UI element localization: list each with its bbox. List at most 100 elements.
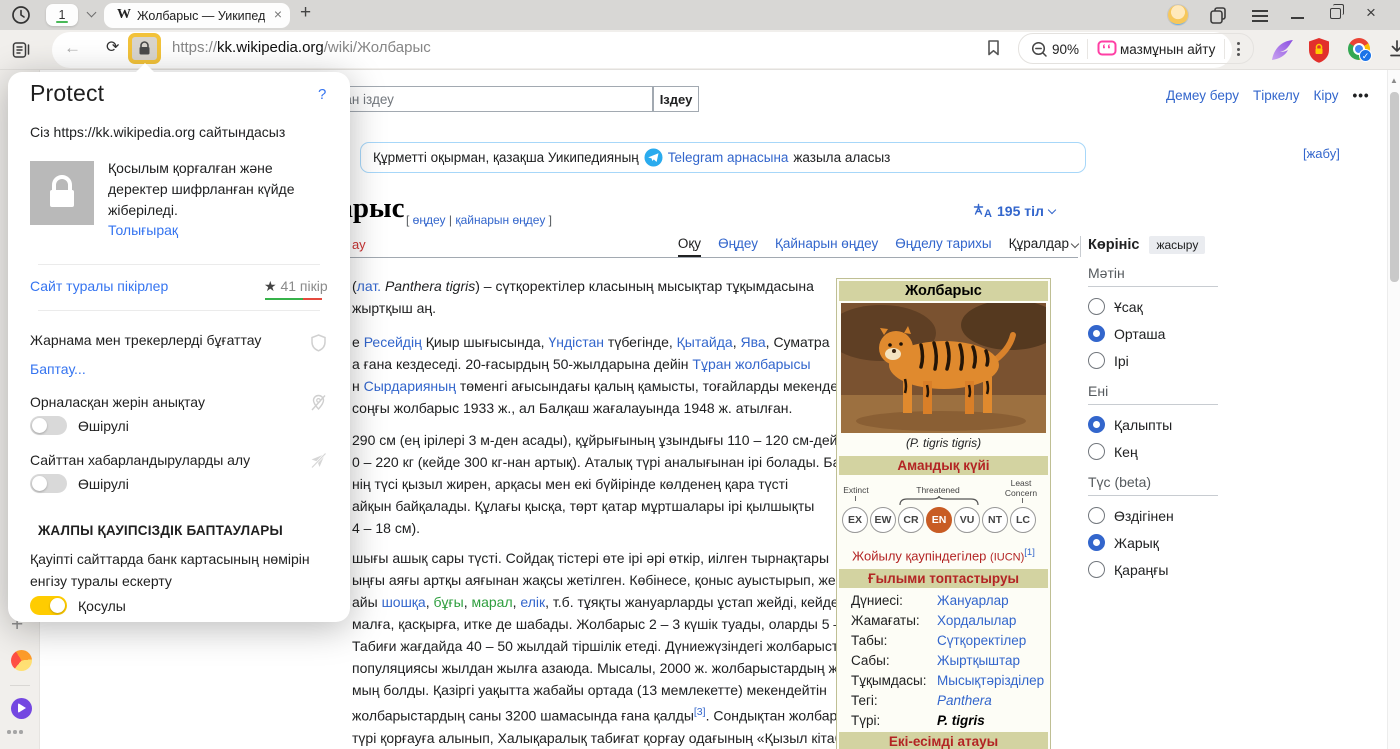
radio[interactable] (1088, 507, 1105, 524)
radio[interactable] (1088, 352, 1105, 369)
taxon-link[interactable]: Хордалылар (937, 613, 1016, 628)
wiki-link[interactable]: Ресейдің (364, 334, 422, 350)
wiki-link[interactable]: елік (520, 594, 545, 610)
protect-help-link[interactable]: ? (318, 86, 326, 103)
browser-menu-icon[interactable] (1252, 10, 1268, 26)
appearance-hide-button[interactable]: жасыру (1149, 236, 1206, 254)
appearance-option-Кең[interactable]: Кең (1088, 438, 1218, 465)
wiki-link[interactable]: шошқа (382, 594, 426, 610)
yandex-zen-icon[interactable] (11, 650, 32, 671)
site-reviews-link[interactable]: Сайт туралы пікірлер (30, 278, 168, 294)
user-link[interactable]: Демеу беру (1166, 88, 1239, 103)
read-aloud-label[interactable]: мазмұнын айту (1120, 42, 1215, 57)
zoom-level[interactable]: 90% (1052, 42, 1079, 57)
sidebar-divider (10, 685, 30, 686)
alice-assistant-icon[interactable] (11, 698, 32, 719)
back-button[interactable]: ← (64, 38, 81, 58)
view-tab-Құралдар[interactable]: Құралдар (1009, 236, 1080, 258)
appearance-option-Жарық[interactable]: Жарық (1088, 529, 1218, 556)
tab-list-chevron-icon[interactable] (86, 7, 97, 18)
user-link[interactable]: Кіру (1313, 88, 1338, 103)
language-selector[interactable]: A 195 тіл (973, 203, 1057, 219)
profile-avatar[interactable] (1168, 5, 1188, 25)
view-tab-Өңдеу[interactable]: Өңдеу (718, 236, 758, 258)
wiki-search-button[interactable]: Іздеу (653, 86, 699, 112)
wiki-link[interactable]: лат. (357, 278, 385, 294)
view-tab-Өңделу тарихы[interactable]: Өңделу тарихы (895, 236, 991, 258)
wiki-link[interactable]: марал (471, 594, 512, 610)
more-options-icon[interactable] (1237, 42, 1240, 59)
appearance-option-Орташа[interactable]: Орташа (1088, 320, 1218, 347)
taxon-link[interactable]: Мысықтәрізділер (937, 673, 1044, 688)
telegram-channel-link[interactable]: Telegram арнасына (668, 150, 789, 165)
close-window-icon[interactable]: × (1366, 3, 1376, 23)
scrollbar-thumb[interactable] (1390, 92, 1399, 282)
zoom-out-icon[interactable] (1031, 41, 1048, 58)
page-scrollbar[interactable]: ▲ (1387, 70, 1400, 749)
taxon-link[interactable]: Жыртқыштар (937, 653, 1020, 668)
scrollbar-up-arrow[interactable]: ▲ (1390, 76, 1398, 85)
downloads-icon[interactable] (1388, 39, 1400, 59)
wiki-link[interactable]: Тұран жолбарысы (692, 356, 810, 372)
radio[interactable] (1088, 443, 1105, 460)
bank-warning-toggle[interactable] (30, 596, 67, 615)
taxon-link[interactable]: Panthera (937, 693, 992, 708)
adguard-shield-icon[interactable] (1306, 36, 1332, 64)
chrome-sync-icon[interactable]: ✓ (1348, 38, 1372, 62)
radio[interactable] (1088, 298, 1105, 315)
view-tab-Оқу[interactable]: Оқу (677, 236, 702, 258)
appearance-option-Қараңғы[interactable]: Қараңғы (1088, 556, 1218, 583)
reload-button[interactable]: ⟳ (106, 37, 119, 57)
appearance-option-Қалыпты[interactable]: Қалыпты (1088, 411, 1218, 438)
location-toggle[interactable] (30, 416, 67, 435)
radio-selected[interactable] (1088, 416, 1105, 433)
sidebar-more-icon[interactable] (7, 730, 23, 734)
restore-window-icon[interactable] (1330, 4, 1344, 19)
reviews-rating[interactable]: ★ 41 пікір (264, 278, 328, 295)
appearance-option-Өздігінен[interactable]: Өздігінен (1088, 502, 1218, 529)
wiki-link[interactable]: Қытайда (677, 334, 733, 350)
tab-close-icon[interactable]: × (274, 6, 282, 22)
hatnote-fragment[interactable]: ау (352, 237, 366, 252)
wiki-link[interactable]: Ява (740, 334, 765, 350)
new-tab-button[interactable]: + (300, 2, 311, 24)
edit-link[interactable]: қайнарын өңдеу (455, 213, 545, 227)
tab-counter[interactable]: 1 (46, 4, 78, 26)
bookmark-icon[interactable] (986, 39, 1001, 57)
adblock-settings-link[interactable]: Баптау... (30, 361, 86, 377)
iucn-status-link[interactable]: Жойылу қаупіндегілер (IUCN)[1] (837, 545, 1050, 567)
radio[interactable] (1088, 561, 1105, 578)
appearance-option-Ірі[interactable]: Ірі (1088, 347, 1218, 374)
tiger-photo[interactable] (841, 303, 1046, 433)
minimize-window-icon[interactable] (1291, 17, 1304, 19)
appearance-option-Ұсақ[interactable]: Ұсақ (1088, 293, 1218, 320)
notifications-toggle[interactable] (30, 474, 67, 493)
tab-counter-value: 1 (58, 8, 66, 22)
view-tab-Қайнарын өңдеу[interactable]: Қайнарын өңдеу (775, 236, 878, 258)
radio-selected[interactable] (1088, 534, 1105, 551)
read-aloud-icon[interactable] (1097, 40, 1117, 58)
details-link[interactable]: Толығырақ (108, 222, 178, 238)
tab-groups-icon[interactable] (1210, 7, 1227, 24)
history-clock-icon[interactable] (11, 5, 31, 25)
more-menu-dots[interactable]: ••• (1352, 88, 1369, 103)
lock-tile (30, 161, 94, 225)
translator-feather-icon[interactable] (1268, 36, 1296, 64)
browser-tab[interactable]: W Жолбарыс — Уикипеді × (104, 3, 290, 28)
tools-chevron-icon (1070, 239, 1080, 249)
taxon-link[interactable]: Жануарлар (937, 593, 1009, 608)
url-text[interactable]: https://kk.wikipedia.org/wiki/Жолбарыс (172, 39, 431, 56)
wiki-link[interactable]: [3] (694, 706, 706, 718)
radio-selected[interactable] (1088, 325, 1105, 342)
reference-1[interactable]: [1] (1024, 547, 1035, 558)
sidebar-panels-icon[interactable] (12, 40, 31, 59)
taxon-link[interactable]: Сүтқоректілер (937, 633, 1026, 648)
site-lock-icon[interactable] (128, 33, 161, 64)
edit-link[interactable]: өңдеу (413, 213, 446, 227)
telegram-banner[interactable]: Құрметті оқырман, қазақша Уикипедияның T… (360, 142, 1086, 173)
wiki-link[interactable]: Сырдарияның (364, 378, 456, 394)
banner-close-link[interactable]: [жабу] (1303, 146, 1340, 161)
wiki-link[interactable]: Үндістан (548, 334, 604, 350)
user-link[interactable]: Тіркелу (1253, 88, 1300, 103)
wiki-link[interactable]: бұғы (434, 594, 464, 610)
